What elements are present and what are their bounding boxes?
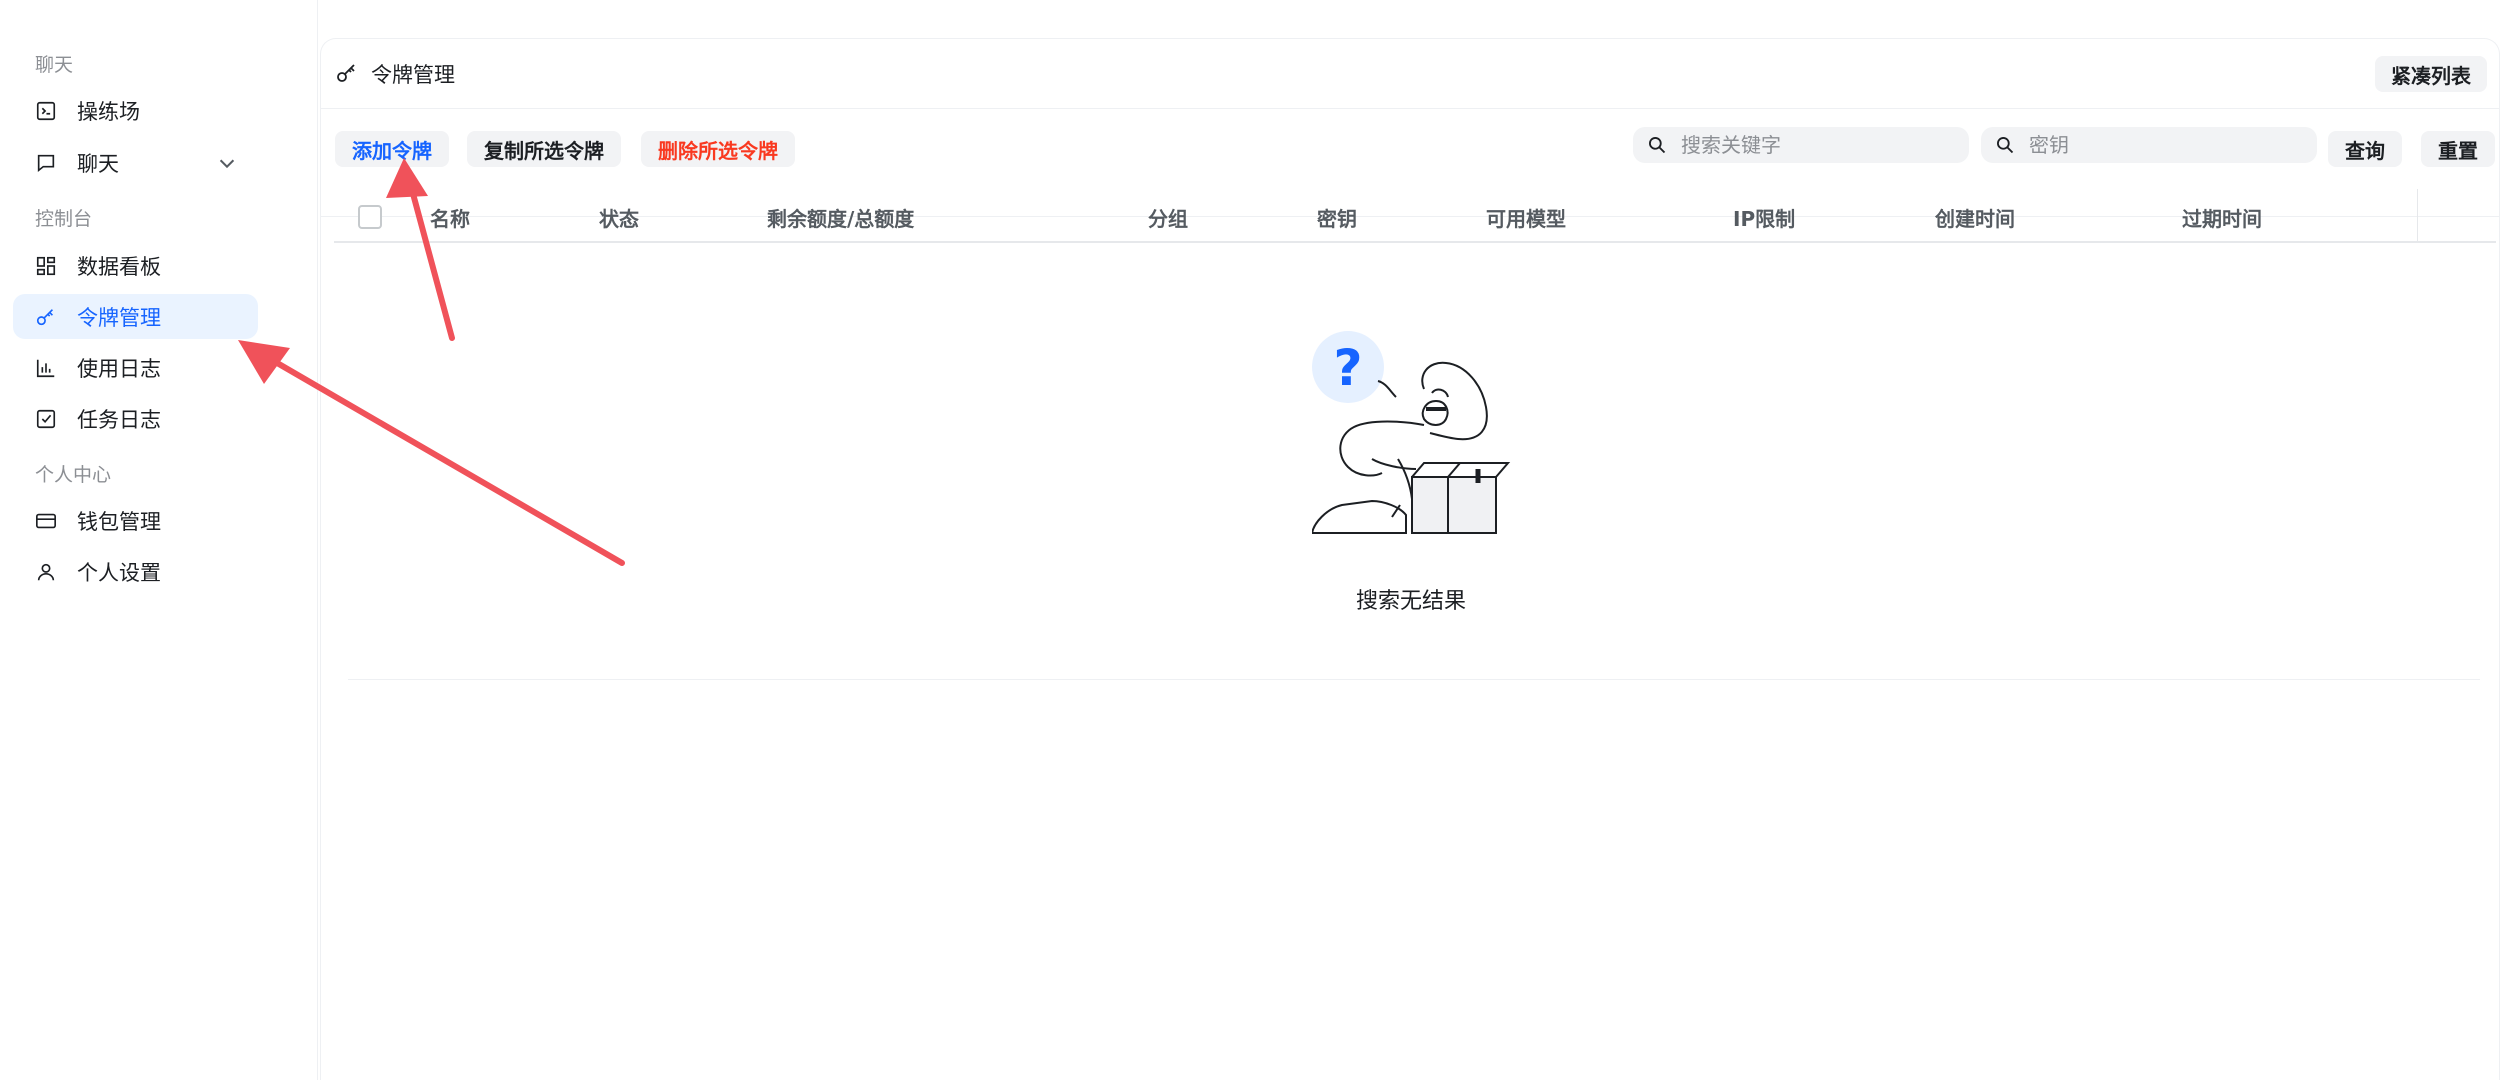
search-keyword-input[interactable] — [1679, 132, 1969, 158]
sidebar-item-tokens[interactable]: 令牌管理 — [13, 294, 258, 339]
chat-bubble-icon — [35, 152, 57, 174]
dashboard-grid-icon — [35, 255, 57, 277]
reset-button[interactable]: 重置 — [2421, 131, 2495, 167]
search-key-box[interactable] — [1981, 127, 2317, 163]
search-icon — [1997, 137, 2014, 154]
column-header-name[interactable]: 名称 — [430, 203, 470, 232]
section-label-personal: 个人中心 — [35, 464, 112, 486]
sidebar-item-usage-log[interactable]: 使用日志 — [13, 345, 258, 390]
sidebar-item-dashboard[interactable]: 数据看板 — [13, 243, 258, 288]
column-header-quota[interactable]: 剩余额度/总额度 — [767, 203, 914, 232]
section-label-console: 控制台 — [35, 208, 93, 230]
add-token-button[interactable]: 添加令牌 — [335, 131, 449, 167]
column-header-created-time[interactable]: 创建时间 — [1935, 203, 2015, 232]
empty-search-illustration: ? — [1312, 331, 1511, 534]
compact-list-button[interactable]: 紧凑列表 — [2375, 56, 2487, 92]
bar-chart-icon — [35, 357, 57, 379]
sidebar-item-wallet[interactable]: 钱包管理 — [13, 498, 258, 543]
checkbox-icon — [35, 408, 57, 430]
token-management-panel: 令牌管理 紧凑列表 添加令牌 复制所选令牌 删除所选令牌 查询 重置 名称 状态… — [320, 38, 2500, 1080]
select-all-checkbox[interactable] — [358, 205, 382, 229]
search-icon — [1649, 137, 1666, 154]
delete-selected-tokens-button[interactable]: 删除所选令牌 — [641, 131, 795, 167]
copy-selected-tokens-button[interactable]: 复制所选令牌 — [467, 131, 621, 167]
sidebar-item-label: 聊天 — [77, 151, 119, 176]
page-title: 令牌管理 — [371, 63, 455, 87]
column-header-expire-time[interactable]: 过期时间 — [2182, 203, 2262, 232]
svg-text:?: ? — [1333, 339, 1362, 397]
sidebar-item-label: 操练场 — [77, 99, 140, 124]
column-header-group[interactable]: 分组 — [1148, 203, 1188, 232]
column-divider — [2417, 189, 2418, 243]
sidebar-item-playground[interactable]: 操练场 — [13, 88, 258, 133]
column-header-models[interactable]: 可用模型 — [1486, 203, 1566, 232]
sidebar-item-label: 个人设置 — [77, 560, 161, 585]
sidebar-item-settings[interactable]: 个人设置 — [13, 549, 258, 594]
terminal-icon — [35, 100, 57, 122]
query-button[interactable]: 查询 — [2328, 131, 2402, 167]
table-header: 名称 状态 剩余额度/总额度 分组 密钥 可用模型 IP限制 创建时间 过期时间 — [334, 189, 2496, 243]
user-icon — [35, 561, 57, 583]
section-label-chat: 聊天 — [35, 54, 74, 76]
key-icon — [35, 306, 57, 328]
sidebar: 聊天 操练场 聊天 控制台 数据看板 令牌管理 使用日志 任务日志 个人中心 钱… — [0, 0, 318, 1080]
search-keyword-box[interactable] — [1633, 127, 1969, 163]
key-icon — [337, 64, 355, 82]
column-header-ip-limit[interactable]: IP限制 — [1733, 203, 1795, 232]
sidebar-item-label: 任务日志 — [77, 407, 161, 432]
search-key-input[interactable] — [2027, 132, 2317, 158]
sidebar-item-label: 钱包管理 — [77, 509, 161, 534]
sidebar-item-label: 令牌管理 — [77, 305, 161, 330]
column-header-status[interactable]: 状态 — [599, 203, 639, 232]
sidebar-item-label: 数据看板 — [77, 254, 161, 279]
sidebar-item-task-log[interactable]: 任务日志 — [13, 396, 258, 441]
panel-header: 令牌管理 紧凑列表 — [321, 39, 2499, 109]
sidebar-item-label: 使用日志 — [77, 356, 161, 381]
credit-card-icon — [35, 510, 57, 532]
sidebar-item-chat[interactable]: 聊天 — [13, 140, 258, 185]
column-header-key[interactable]: 密钥 — [1317, 203, 1357, 232]
empty-state-text: 搜索无结果 — [1355, 589, 1466, 614]
chevron-down-icon[interactable] — [216, 152, 238, 174]
table-bottom-divider — [348, 679, 2480, 680]
